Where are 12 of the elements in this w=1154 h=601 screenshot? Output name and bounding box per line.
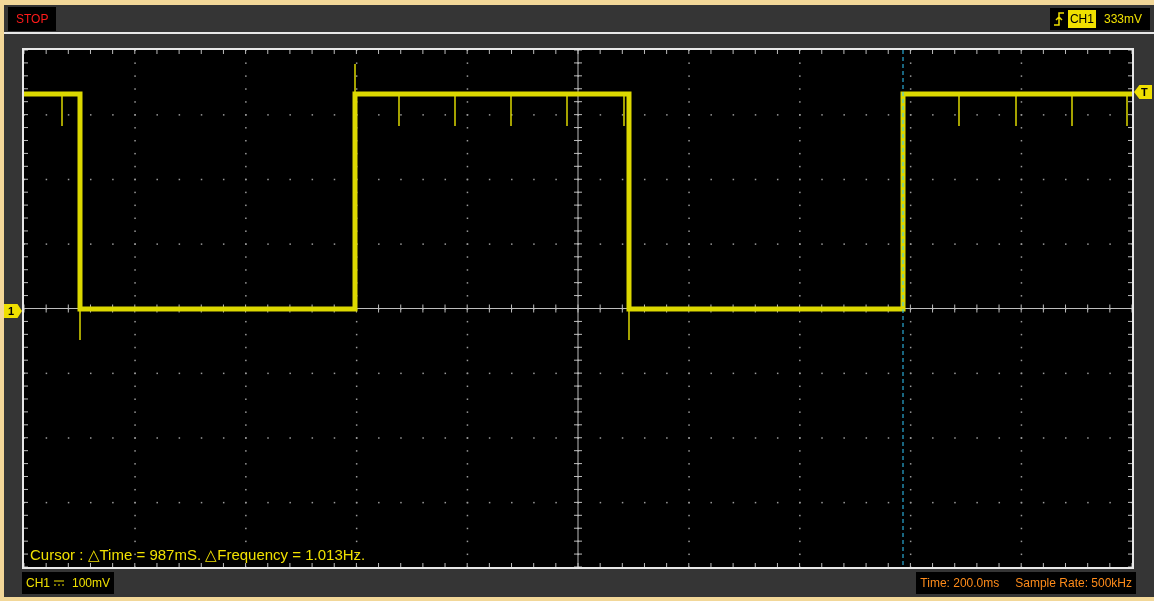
trigger-channel: CH1 <box>1067 9 1096 28</box>
trigger-level: 333mV <box>1102 10 1143 28</box>
channel-label: CH1 <box>26 575 50 592</box>
trigger-marker: T <box>1134 85 1152 99</box>
cursor-readout: Cursor : △Time = 987mS. △Frequency = 1.013Hz. <box>30 544 366 565</box>
rising-edge-icon <box>1053 10 1064 27</box>
channel-scale: 100mV <box>71 575 111 592</box>
run-status: STOP <box>8 6 57 31</box>
dc-coupling-icon <box>54 579 64 587</box>
timebase: Time: 200.0ms <box>920 575 1000 592</box>
sample-rate: Sample Rate: 500kHz <box>1015 575 1132 592</box>
channel-marker: 1 <box>4 304 22 318</box>
